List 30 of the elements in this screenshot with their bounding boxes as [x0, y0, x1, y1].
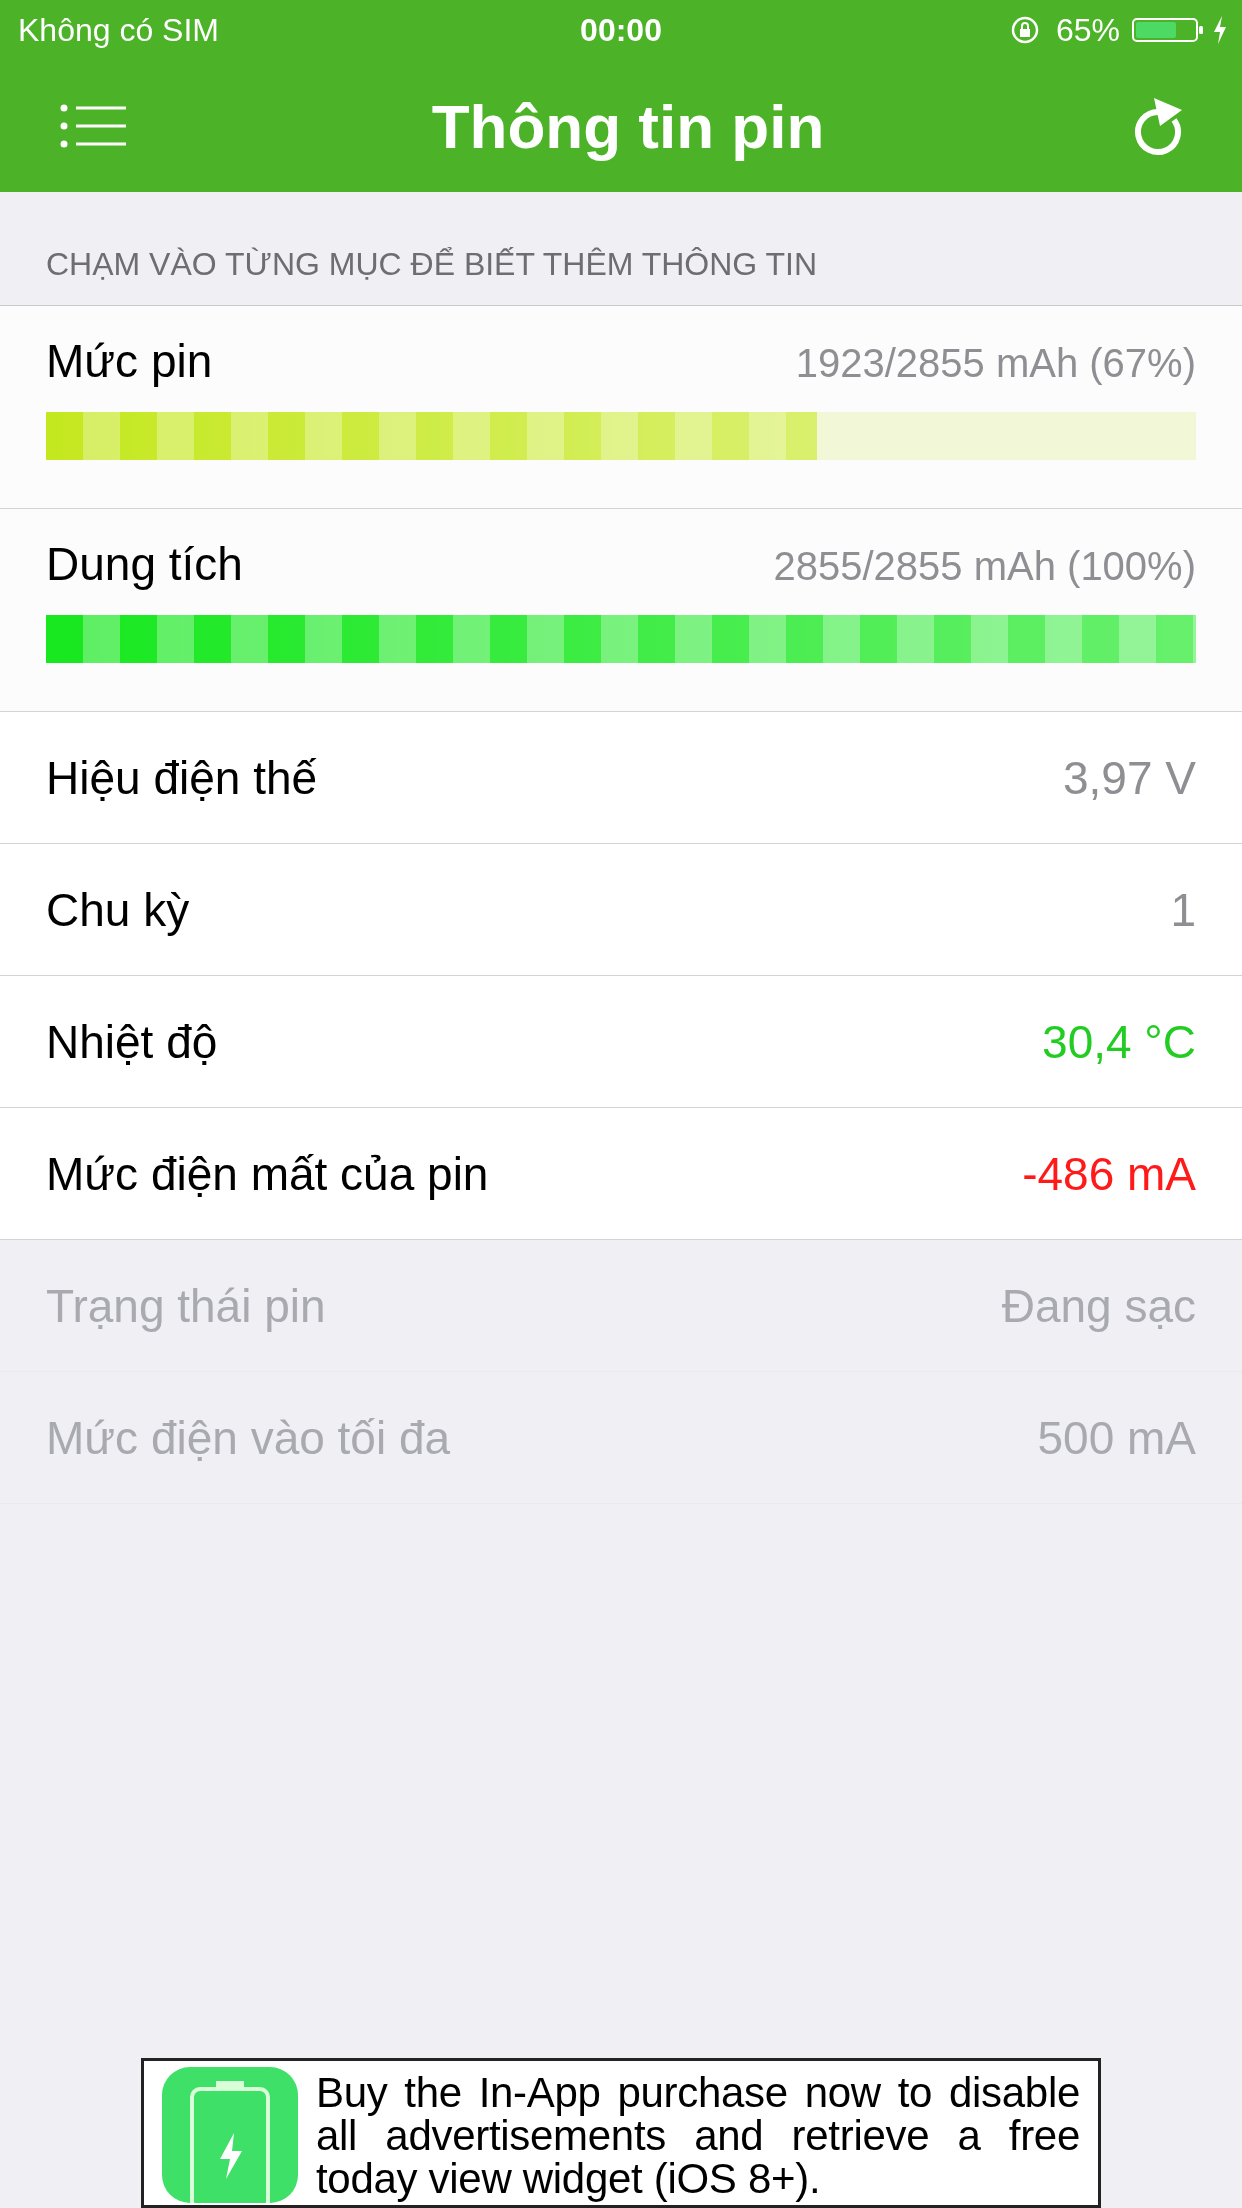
row-value: -486 mA: [1022, 1146, 1196, 1201]
screen-title: Thông tin pin: [431, 90, 825, 162]
row-value: 3,97 V: [1063, 750, 1196, 805]
battery-percent: 65%: [1055, 11, 1120, 49]
row-label: Hiệu điện thế: [46, 750, 318, 805]
battery-app-icon: [162, 2067, 298, 2203]
row-label: Chu kỳ: [46, 882, 190, 937]
status-time: 00:00: [580, 11, 662, 49]
row-value: 1923/2855 mAh (67%): [795, 341, 1196, 386]
row-label: Nhiệt độ: [46, 1014, 218, 1069]
row-value: 500 mA: [1037, 1410, 1196, 1465]
row-label: Mức điện vào tối đa: [46, 1410, 451, 1465]
battery-icon: [1132, 15, 1204, 45]
info-row[interactable]: Chu kỳ 1: [0, 844, 1242, 976]
row-value: 2855/2855 mAh (100%): [773, 544, 1196, 589]
row-value: 30,4 °C: [1042, 1014, 1196, 1069]
ad-text: Buy the In-App purchase now to disable all advertisements and retrieve a free today view widget (iOS 8+).: [316, 2070, 1080, 2200]
row-label: Dung tích: [46, 537, 243, 591]
row-label: Mức điện mất của pin: [46, 1146, 489, 1201]
charging-bolt-icon: [1212, 15, 1228, 45]
menu-icon[interactable]: [60, 103, 126, 149]
info-row[interactable]: Hiệu điện thế 3,97 V: [0, 712, 1242, 844]
rotation-lock-icon: [1009, 15, 1040, 45]
carrier-name: Không có SIM: [18, 11, 219, 49]
row-label: Mức pin: [46, 334, 213, 388]
ad-banner[interactable]: Buy the In-App purchase now to disable all advertisements and retrieve a free today view widget (iOS 8+).: [141, 2058, 1101, 2208]
row-value: 1: [1170, 882, 1196, 937]
row-value: Đang sạc: [1001, 1278, 1196, 1333]
info-row[interactable]: Nhiệt độ 30,4 °C: [0, 976, 1242, 1108]
row-label: Trạng thái pin: [46, 1278, 326, 1333]
